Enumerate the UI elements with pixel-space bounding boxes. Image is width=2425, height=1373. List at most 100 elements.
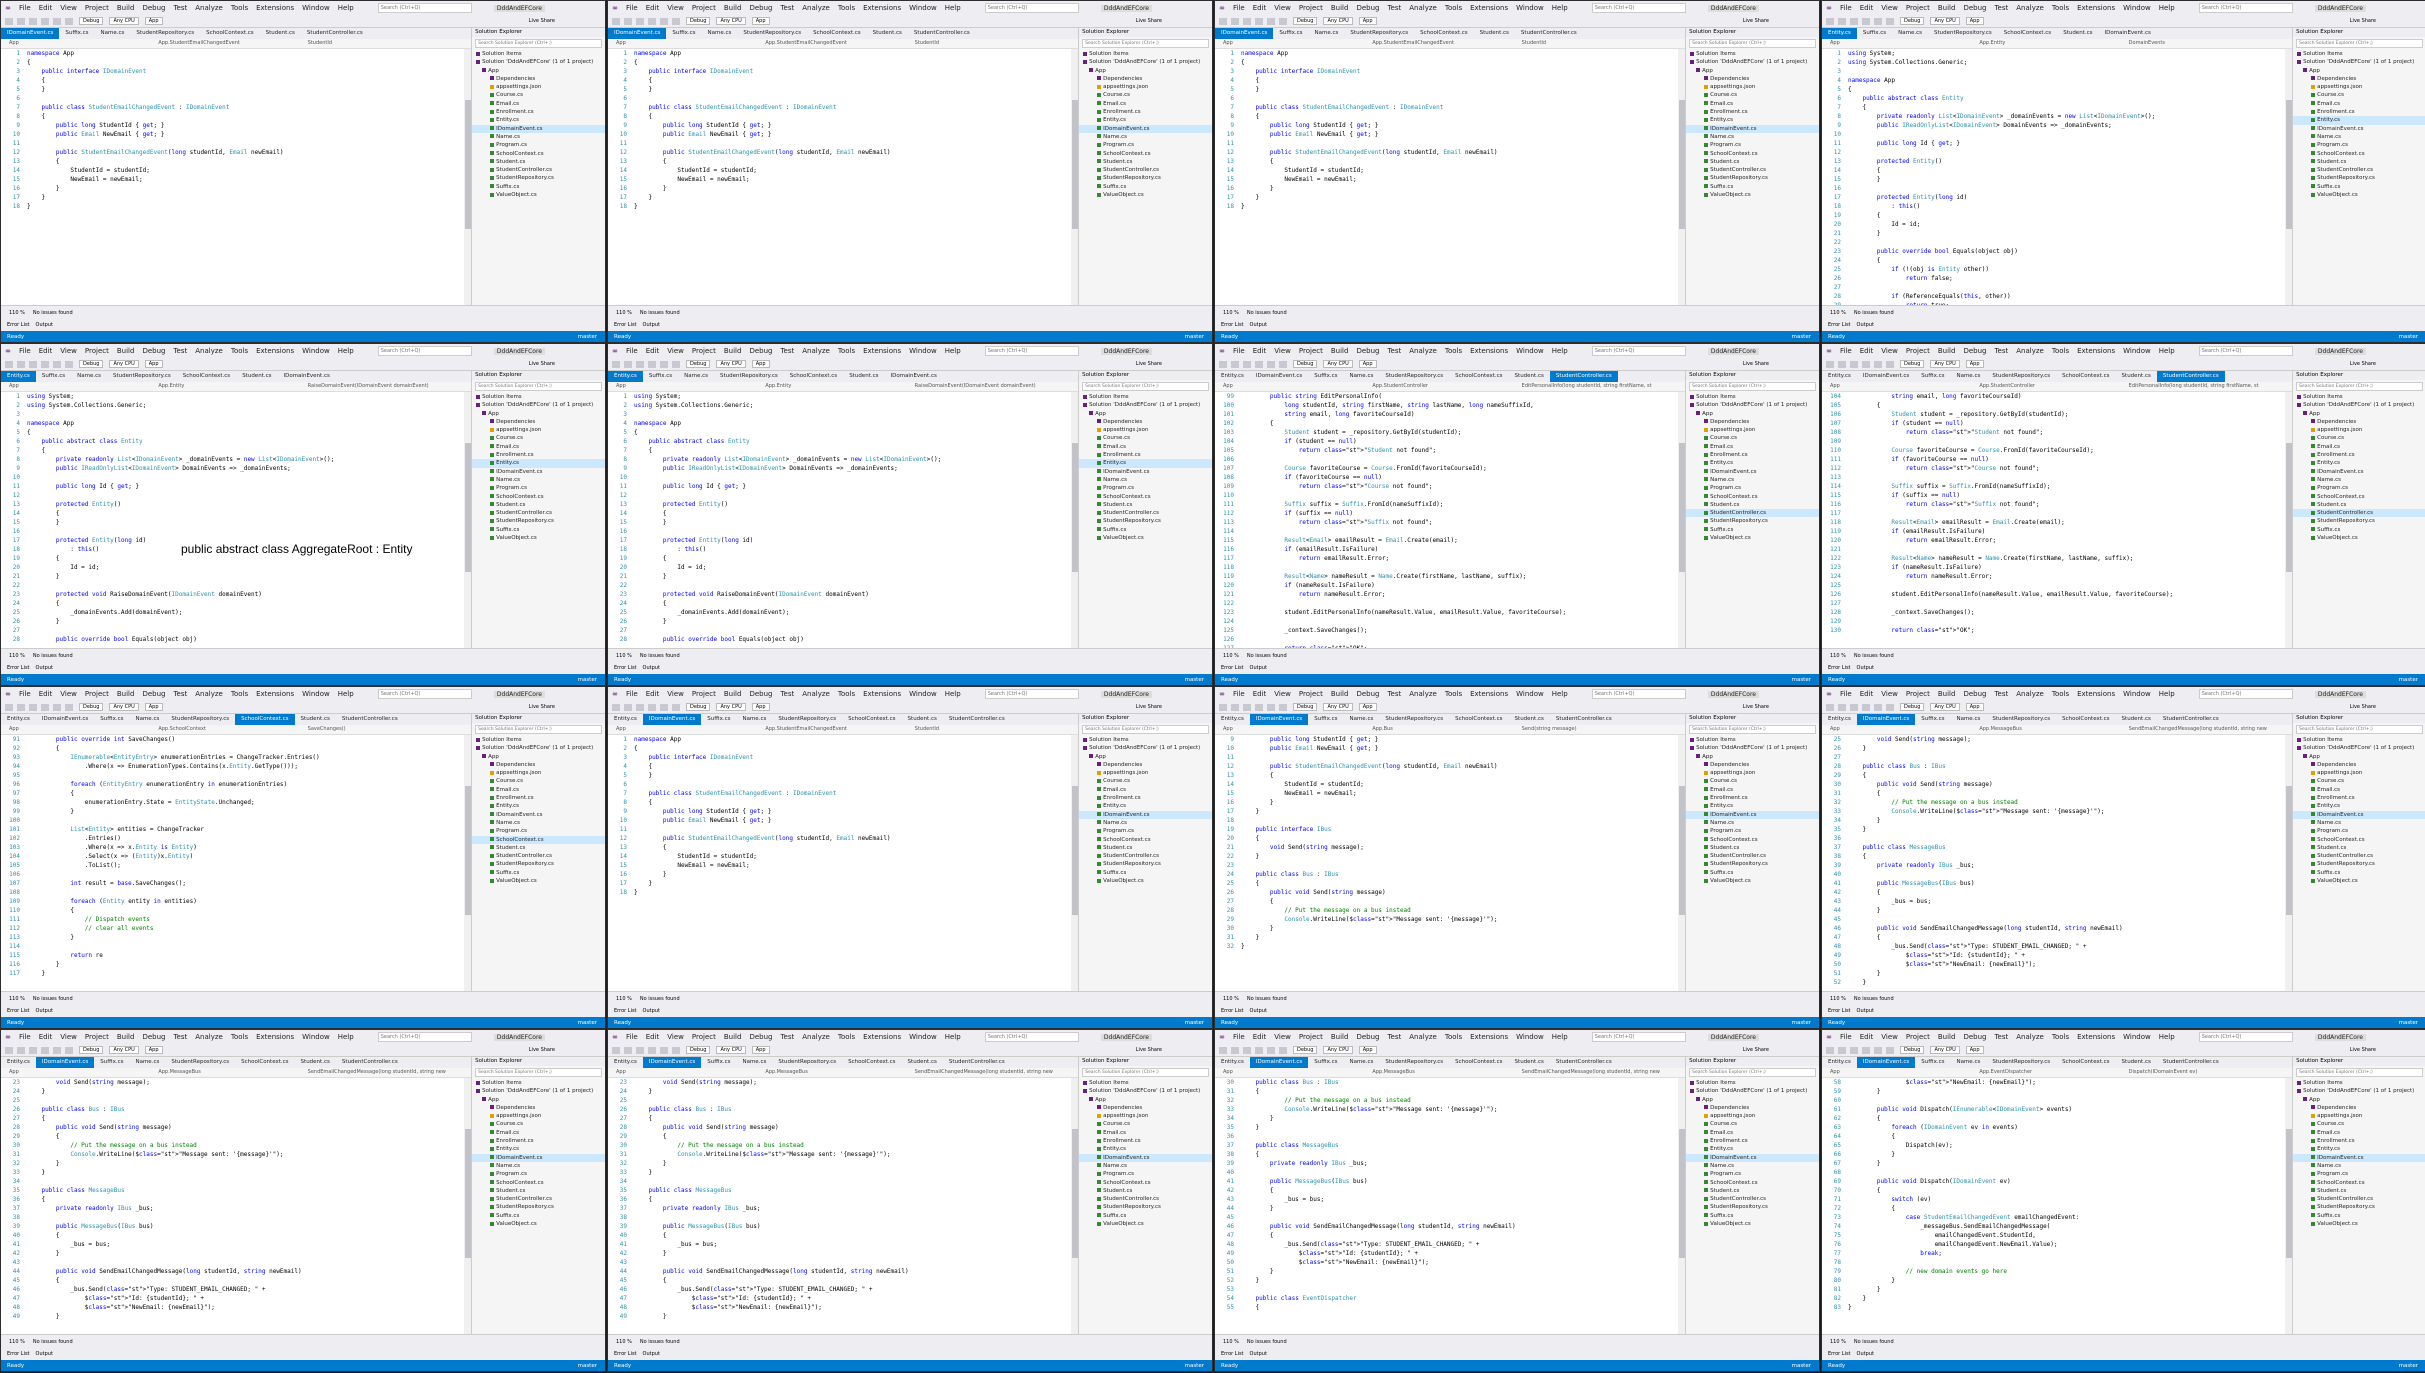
- menu-item[interactable]: Debug: [1963, 347, 1986, 355]
- bottom-tab[interactable]: Output: [1857, 1008, 1874, 1014]
- menu-item[interactable]: Window: [1516, 690, 1544, 698]
- code-line[interactable]: [1241, 816, 1676, 825]
- code-line[interactable]: public class MessageBus: [27, 1186, 462, 1195]
- code-line[interactable]: {: [634, 76, 1069, 85]
- menu-item[interactable]: Window: [1516, 1033, 1544, 1041]
- menu-item[interactable]: Edit: [646, 347, 660, 355]
- menu-item[interactable]: Window: [2123, 4, 2151, 12]
- code-line[interactable]: [1848, 437, 2283, 446]
- menu-item[interactable]: Build: [1938, 347, 1956, 355]
- toolbar-config-dropdown[interactable]: Debug: [1293, 360, 1318, 368]
- code-line[interactable]: [27, 491, 462, 500]
- code-line[interactable]: public override bool Equals(object obj): [634, 635, 1069, 644]
- nav-dropdown[interactable]: App: [1830, 39, 1971, 48]
- toolbar-platform-dropdown[interactable]: Any CPU: [1323, 17, 1353, 25]
- toolbar-icon[interactable]: [1219, 1046, 1227, 1054]
- code-line[interactable]: public long Id { get; }: [1848, 139, 2283, 148]
- menu-item[interactable]: Build: [1331, 690, 1349, 698]
- solution-tree-item[interactable]: Suffix.cs: [2293, 183, 2425, 191]
- solution-tree-item[interactable]: Enrollment.cs: [2293, 1137, 2425, 1145]
- bottom-tab[interactable]: Output: [36, 322, 53, 328]
- code-line[interactable]: }: [634, 1087, 1069, 1096]
- git-branch[interactable]: master: [2399, 1020, 2418, 1026]
- document-tab[interactable]: Suffix.cs: [1915, 371, 1950, 382]
- nav-dropdown[interactable]: EditPersonalInfo(long studentId, string …: [2129, 382, 2270, 391]
- menu-item[interactable]: Test: [1994, 690, 2008, 698]
- solution-tree-item[interactable]: ValueObject.cs: [2293, 191, 2425, 199]
- solution-tree-item[interactable]: Solution 'DddAndEFCore' (1 of 1 project): [1686, 401, 1819, 409]
- solution-tree-item[interactable]: App: [1079, 67, 1212, 75]
- code-line[interactable]: Console.WriteLine($class="st">"Message s…: [1241, 915, 1676, 924]
- code-line[interactable]: {: [1848, 852, 2283, 861]
- toolbar-platform-dropdown[interactable]: Any CPU: [1930, 17, 1960, 25]
- solution-tree-item[interactable]: ValueObject.cs: [1079, 191, 1212, 199]
- code-line[interactable]: {: [1848, 771, 2283, 780]
- code-line[interactable]: [1241, 455, 1676, 464]
- code-line[interactable]: _bus.Send(class="st">"Type: STUDENT_EMAI…: [27, 1285, 462, 1294]
- solution-tree-item[interactable]: Program.cs: [1686, 484, 1819, 492]
- code-line[interactable]: }: [1241, 1204, 1676, 1213]
- code-line[interactable]: }: [634, 184, 1069, 193]
- solution-explorer-search[interactable]: Search Solution Explorer (Ctrl+;): [1689, 1068, 1816, 1077]
- menu-item[interactable]: File: [1233, 4, 1245, 12]
- code-line[interactable]: {: [1241, 157, 1676, 166]
- solution-tree-item[interactable]: App: [2293, 410, 2425, 418]
- code-line[interactable]: [1848, 599, 2283, 608]
- search-input[interactable]: Search (Ctrl+Q): [1591, 689, 1686, 699]
- document-tab[interactable]: StudentRepository.cs: [772, 714, 842, 725]
- menu-item[interactable]: Analyze: [2016, 690, 2044, 698]
- menu-item[interactable]: Help: [945, 690, 961, 698]
- menu-item[interactable]: Edit: [1253, 690, 1267, 698]
- code-line[interactable]: public class MessageBus: [1241, 1141, 1676, 1150]
- solution-tree-item[interactable]: App: [1079, 753, 1212, 761]
- code-line[interactable]: public MessageBus(IBus bus): [1848, 879, 2283, 888]
- menu-item[interactable]: View: [1881, 1033, 1898, 1041]
- solution-tree-item[interactable]: Name.cs: [2293, 476, 2425, 484]
- document-tab[interactable]: Entity.cs: [1, 1057, 36, 1068]
- code-line[interactable]: protected Entity(): [634, 500, 1069, 509]
- solution-tree-item[interactable]: Dependencies: [1686, 761, 1819, 769]
- document-tab[interactable]: StudentController.cs: [336, 1057, 404, 1068]
- solution-tree-item[interactable]: Dependencies: [2293, 75, 2425, 83]
- solution-tree-item[interactable]: Solution Items: [2293, 393, 2425, 401]
- code-line[interactable]: }: [27, 202, 462, 211]
- toolbar-icon[interactable]: [1850, 703, 1858, 711]
- menu-item[interactable]: Project: [85, 347, 109, 355]
- menu-item[interactable]: Extensions: [256, 347, 294, 355]
- code-line[interactable]: {: [1848, 1114, 2283, 1123]
- menu-item[interactable]: View: [667, 4, 684, 12]
- menu-item[interactable]: Test: [1994, 1033, 2008, 1041]
- toolbar-icon[interactable]: [65, 703, 73, 711]
- menu-item[interactable]: Test: [780, 347, 794, 355]
- code-line[interactable]: [1241, 1285, 1676, 1294]
- menu-item[interactable]: Window: [909, 690, 937, 698]
- menu-item[interactable]: Help: [945, 347, 961, 355]
- solution-tree-item[interactable]: Student.cs: [1079, 1187, 1212, 1195]
- toolbar-platform-dropdown[interactable]: Any CPU: [716, 17, 746, 25]
- code-line[interactable]: break;: [1848, 1249, 2283, 1258]
- solution-tree-item[interactable]: Name.cs: [472, 476, 605, 484]
- solution-tree-item[interactable]: App: [1079, 1096, 1212, 1104]
- solution-tree-item[interactable]: IDomainEvent.cs: [472, 811, 605, 819]
- code-line[interactable]: [1848, 753, 2283, 762]
- code-line[interactable]: return class="st">"Student not found";: [1848, 428, 2283, 437]
- document-tab[interactable]: IDomainEvent.cs: [1215, 28, 1274, 39]
- menu-item[interactable]: Help: [2159, 690, 2175, 698]
- document-tab[interactable]: StudentRepository.cs: [1928, 28, 1998, 39]
- code-line[interactable]: [1848, 545, 2283, 554]
- toolbar-icon[interactable]: [624, 703, 632, 711]
- code-text[interactable]: using System; using System.Collections.Ge…: [634, 392, 1069, 649]
- document-tab[interactable]: Name.cs: [129, 714, 165, 725]
- document-tab[interactable]: IDomainEvent.cs: [1856, 1057, 1916, 1068]
- solution-tree-item[interactable]: appsettings.json: [1686, 1112, 1819, 1120]
- menu-item[interactable]: Debug: [1356, 1033, 1379, 1041]
- solution-tree-item[interactable]: Suffix.cs: [2293, 1212, 2425, 1220]
- document-tab[interactable]: IDomainEvent.cs: [277, 371, 335, 382]
- solution-tree-item[interactable]: Enrollment.cs: [2293, 451, 2425, 459]
- code-line[interactable]: private readonly List<IDomainEvent> _dom…: [27, 455, 462, 464]
- solution-tree-item[interactable]: SchoolContext.cs: [1079, 493, 1212, 501]
- menu-item[interactable]: Extensions: [256, 4, 294, 12]
- toolbar-icon[interactable]: [53, 17, 61, 25]
- solution-tree-item[interactable]: Program.cs: [472, 827, 605, 835]
- solution-tree-item[interactable]: Suffix.cs: [1079, 1212, 1212, 1220]
